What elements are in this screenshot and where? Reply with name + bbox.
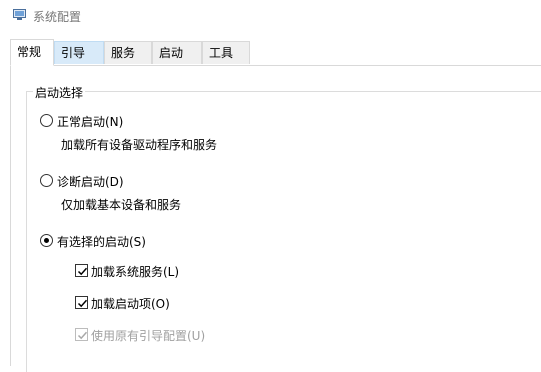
checkmark-icon (77, 267, 88, 276)
system-config-icon (13, 9, 26, 20)
startup-selection-title: 启动选择 (33, 84, 86, 101)
diagnostic-startup-description: 仅加载基本设备和服务 (61, 198, 182, 212)
tab-general[interactable]: 常规 (10, 39, 54, 66)
use-original-boot-config-label: 使用原有引导配置(U) (91, 329, 206, 343)
tab-tools-label: 工具 (209, 46, 234, 60)
tab-boot[interactable]: 引导 (54, 41, 104, 64)
tab-general-label: 常规 (17, 45, 42, 59)
checkmark-icon (77, 299, 88, 308)
load-startup-items-label[interactable]: 加载启动项(O) (91, 295, 170, 312)
diagnostic-startup-label[interactable]: 诊断启动(D) (57, 173, 124, 190)
tab-startup[interactable]: 启动 (152, 41, 202, 64)
title-bar: 系统配置 (0, 0, 541, 32)
load-system-services-label[interactable]: 加载系统服务(L) (91, 263, 179, 280)
normal-startup-description: 加载所有设备驱动程序和服务 (61, 138, 218, 152)
tab-tools[interactable]: 工具 (202, 41, 250, 64)
tab-startup-label: 启动 (159, 46, 184, 60)
normal-startup-radio[interactable] (40, 114, 53, 127)
selective-startup-label[interactable]: 有选择的启动(S) (57, 233, 146, 250)
selective-startup-radio[interactable] (40, 234, 53, 247)
load-startup-items-checkbox[interactable] (75, 296, 88, 309)
tab-services-label: 服务 (111, 46, 136, 60)
load-system-services-checkbox[interactable] (75, 264, 88, 277)
normal-startup-label[interactable]: 正常启动(N) (57, 113, 123, 130)
diagnostic-startup-radio[interactable] (40, 174, 53, 187)
radio-selected-dot (44, 238, 49, 243)
window-title: 系统配置 (33, 10, 82, 24)
checkmark-icon (77, 331, 88, 340)
use-original-boot-config-checkbox (75, 328, 88, 341)
tab-boot-label: 引导 (61, 46, 86, 60)
tab-services[interactable]: 服务 (104, 41, 152, 64)
